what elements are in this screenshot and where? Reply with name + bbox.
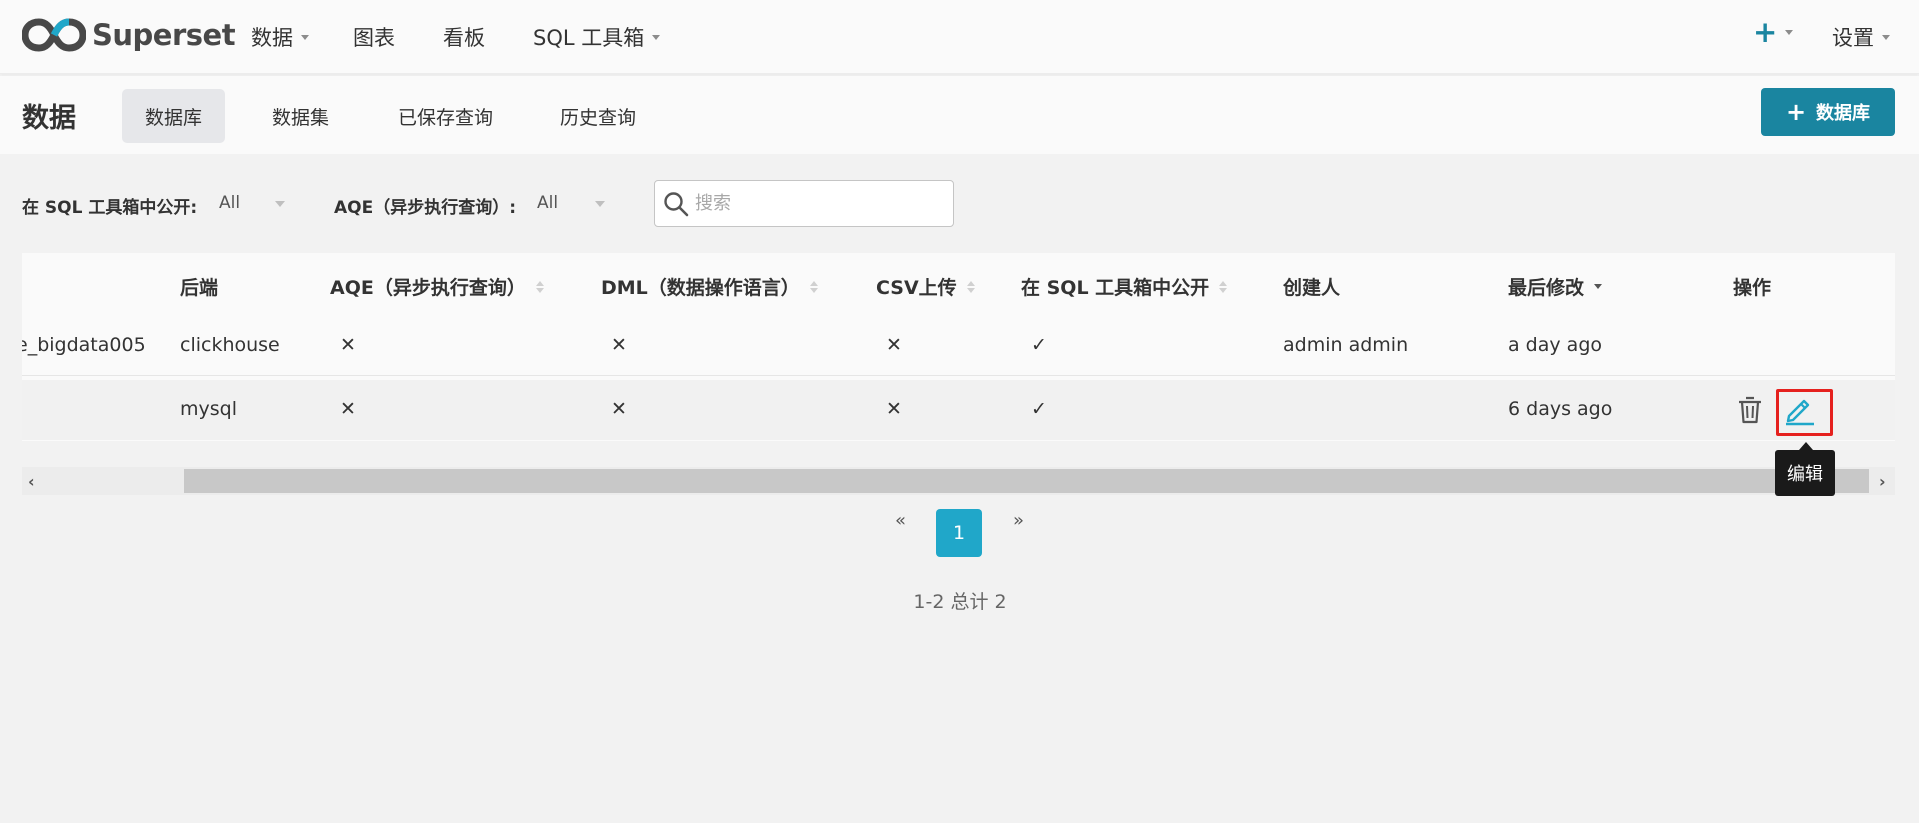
filter-aqe-value: All bbox=[537, 193, 559, 213]
check-icon: ✓ bbox=[1031, 334, 1047, 356]
cross-icon: ✕ bbox=[340, 398, 356, 420]
cross-icon: ✕ bbox=[340, 334, 356, 356]
superset-logo-icon bbox=[22, 18, 86, 52]
column-header-label: DML（数据操作语言） bbox=[601, 277, 800, 299]
tab-query-history[interactable]: 历史查询 bbox=[537, 89, 659, 143]
tab-datasets[interactable]: 数据集 bbox=[249, 89, 352, 143]
add-database-label: 数据库 bbox=[1816, 103, 1871, 124]
nav-dashboards[interactable]: 看板 bbox=[443, 22, 485, 52]
column-header-label: 最后修改 bbox=[1508, 277, 1585, 299]
sort-icon bbox=[966, 280, 975, 293]
chevron-down-icon bbox=[301, 34, 309, 40]
nav-charts-label: 图表 bbox=[353, 26, 395, 50]
pagination-page-1[interactable]: 1 bbox=[936, 509, 982, 557]
column-header-label: 在 SQL 工具箱中公开 bbox=[1021, 277, 1210, 299]
settings-menu[interactable]: 设置 bbox=[1832, 22, 1890, 52]
scrollbar-thumb[interactable] bbox=[184, 469, 1869, 493]
database-name-cell[interactable]: e_bigdata005 bbox=[22, 334, 146, 356]
sort-icon bbox=[1219, 280, 1228, 293]
pagination-total: 1-2 总计 2 bbox=[913, 591, 1007, 613]
filter-sql-lab-label: 在 SQL 工具箱中公开: bbox=[22, 198, 198, 218]
cross-icon: ✕ bbox=[611, 398, 627, 420]
column-header-label: 创建人 bbox=[1283, 277, 1341, 299]
column-header-dml[interactable]: DML（数据操作语言） bbox=[601, 273, 818, 300]
column-header-aqe[interactable]: AQE（异步执行查询） bbox=[330, 273, 544, 300]
last-modified-cell: a day ago bbox=[1508, 334, 1602, 356]
delete-button[interactable] bbox=[1735, 393, 1765, 427]
tab-saved-queries-label: 已保存查询 bbox=[398, 106, 494, 129]
chevron-down-icon bbox=[595, 201, 605, 207]
edit-tooltip: 编辑 bbox=[1775, 450, 1835, 496]
search-box[interactable] bbox=[654, 180, 954, 227]
trash-icon bbox=[1739, 396, 1761, 424]
tab-query-history-label: 历史查询 bbox=[560, 106, 637, 129]
tab-saved-queries[interactable]: 已保存查询 bbox=[375, 89, 516, 143]
column-header-actions: 操作 bbox=[1733, 273, 1771, 300]
plus-icon: + bbox=[1753, 15, 1778, 49]
scroll-right-arrow-icon[interactable]: › bbox=[1879, 472, 1886, 491]
column-header-last-modified[interactable]: 最后修改 bbox=[1508, 273, 1603, 300]
add-database-button[interactable]: + 数据库 bbox=[1761, 88, 1895, 136]
created-by-cell: admin admin bbox=[1283, 334, 1409, 356]
filter-aqe-select[interactable]: All bbox=[537, 183, 605, 223]
nav-charts[interactable]: 图表 bbox=[353, 22, 395, 52]
chevron-down-icon bbox=[652, 34, 661, 40]
table-row: mysql ✕ ✕ ✕ ✓ 6 days ago bbox=[22, 380, 1895, 440]
chevron-down-icon bbox=[275, 201, 285, 207]
table-row: e_bigdata005 clickhouse ✕ ✕ ✕ ✓ admin ad… bbox=[22, 316, 1895, 376]
tab-databases-label: 数据库 bbox=[145, 106, 203, 129]
scroll-left-arrow-icon[interactable]: ‹ bbox=[28, 472, 35, 491]
sort-desc-icon bbox=[1594, 284, 1603, 289]
nav-data-menu[interactable]: 数据 bbox=[251, 22, 309, 52]
pagination-prev-button[interactable]: « bbox=[895, 510, 906, 531]
sub-header: 数据 数据库 数据集 已保存查询 历史查询 + 数据库 bbox=[0, 76, 1919, 154]
search-icon bbox=[664, 191, 689, 216]
sort-icon bbox=[535, 280, 544, 293]
backend-cell: clickhouse bbox=[180, 334, 280, 356]
cross-icon: ✕ bbox=[886, 334, 902, 356]
sort-icon bbox=[809, 280, 818, 293]
tab-databases[interactable]: 数据库 bbox=[122, 89, 226, 143]
column-header-sql-lab[interactable]: 在 SQL 工具箱中公开 bbox=[1021, 273, 1228, 300]
column-header-csv-upload[interactable]: CSV上传 bbox=[876, 273, 975, 300]
column-header-label: 后端 bbox=[180, 277, 219, 299]
nav-dashboards-label: 看板 bbox=[443, 26, 485, 50]
edit-button-highlight bbox=[1776, 389, 1833, 436]
filter-sql-lab-value: All bbox=[219, 193, 241, 213]
superset-logo[interactable]: Superset bbox=[22, 18, 236, 52]
new-item-menu[interactable]: + bbox=[1753, 15, 1794, 49]
plus-icon: + bbox=[1785, 98, 1807, 126]
cross-icon: ✕ bbox=[611, 334, 627, 356]
filter-aqe-label: AQE（异步执行查询）: bbox=[334, 198, 517, 218]
chevron-down-icon bbox=[1882, 34, 1890, 40]
search-input[interactable] bbox=[695, 193, 935, 214]
column-header-label: AQE（异步执行查询） bbox=[330, 277, 526, 299]
column-header-label: CSV上传 bbox=[876, 277, 957, 299]
top-navbar: Superset 数据 图表 看板 SQL 工具箱 + 设置 bbox=[0, 0, 1919, 74]
tooltip-arrow bbox=[1799, 442, 1813, 450]
last-modified-cell: 6 days ago bbox=[1508, 398, 1613, 420]
filter-sql-lab-select[interactable]: All bbox=[219, 183, 285, 223]
cross-icon: ✕ bbox=[886, 398, 902, 420]
page-title: 数据 bbox=[22, 103, 76, 134]
nav-sql-lab-menu[interactable]: SQL 工具箱 bbox=[533, 22, 661, 52]
backend-cell: mysql bbox=[180, 398, 237, 420]
column-header-created-by: 创建人 bbox=[1283, 273, 1340, 300]
nav-sql-lab-label: SQL 工具箱 bbox=[533, 26, 645, 50]
check-icon: ✓ bbox=[1031, 398, 1047, 420]
table-horizontal-scrollbar[interactable]: ‹ › bbox=[22, 467, 1895, 495]
pagination-next-button[interactable]: » bbox=[1013, 510, 1024, 531]
column-header-backend: 后端 bbox=[180, 273, 218, 300]
chevron-down-icon bbox=[1785, 30, 1794, 35]
settings-label: 设置 bbox=[1832, 26, 1874, 50]
tab-datasets-label: 数据集 bbox=[272, 106, 330, 129]
brand-name: Superset bbox=[92, 18, 236, 52]
nav-data-label: 数据 bbox=[251, 26, 293, 50]
column-header-label: 操作 bbox=[1733, 277, 1772, 299]
databases-table: 后端 AQE（异步执行查询） DML（数据操作语言） CSV上传 在 SQL 工… bbox=[22, 253, 1895, 441]
